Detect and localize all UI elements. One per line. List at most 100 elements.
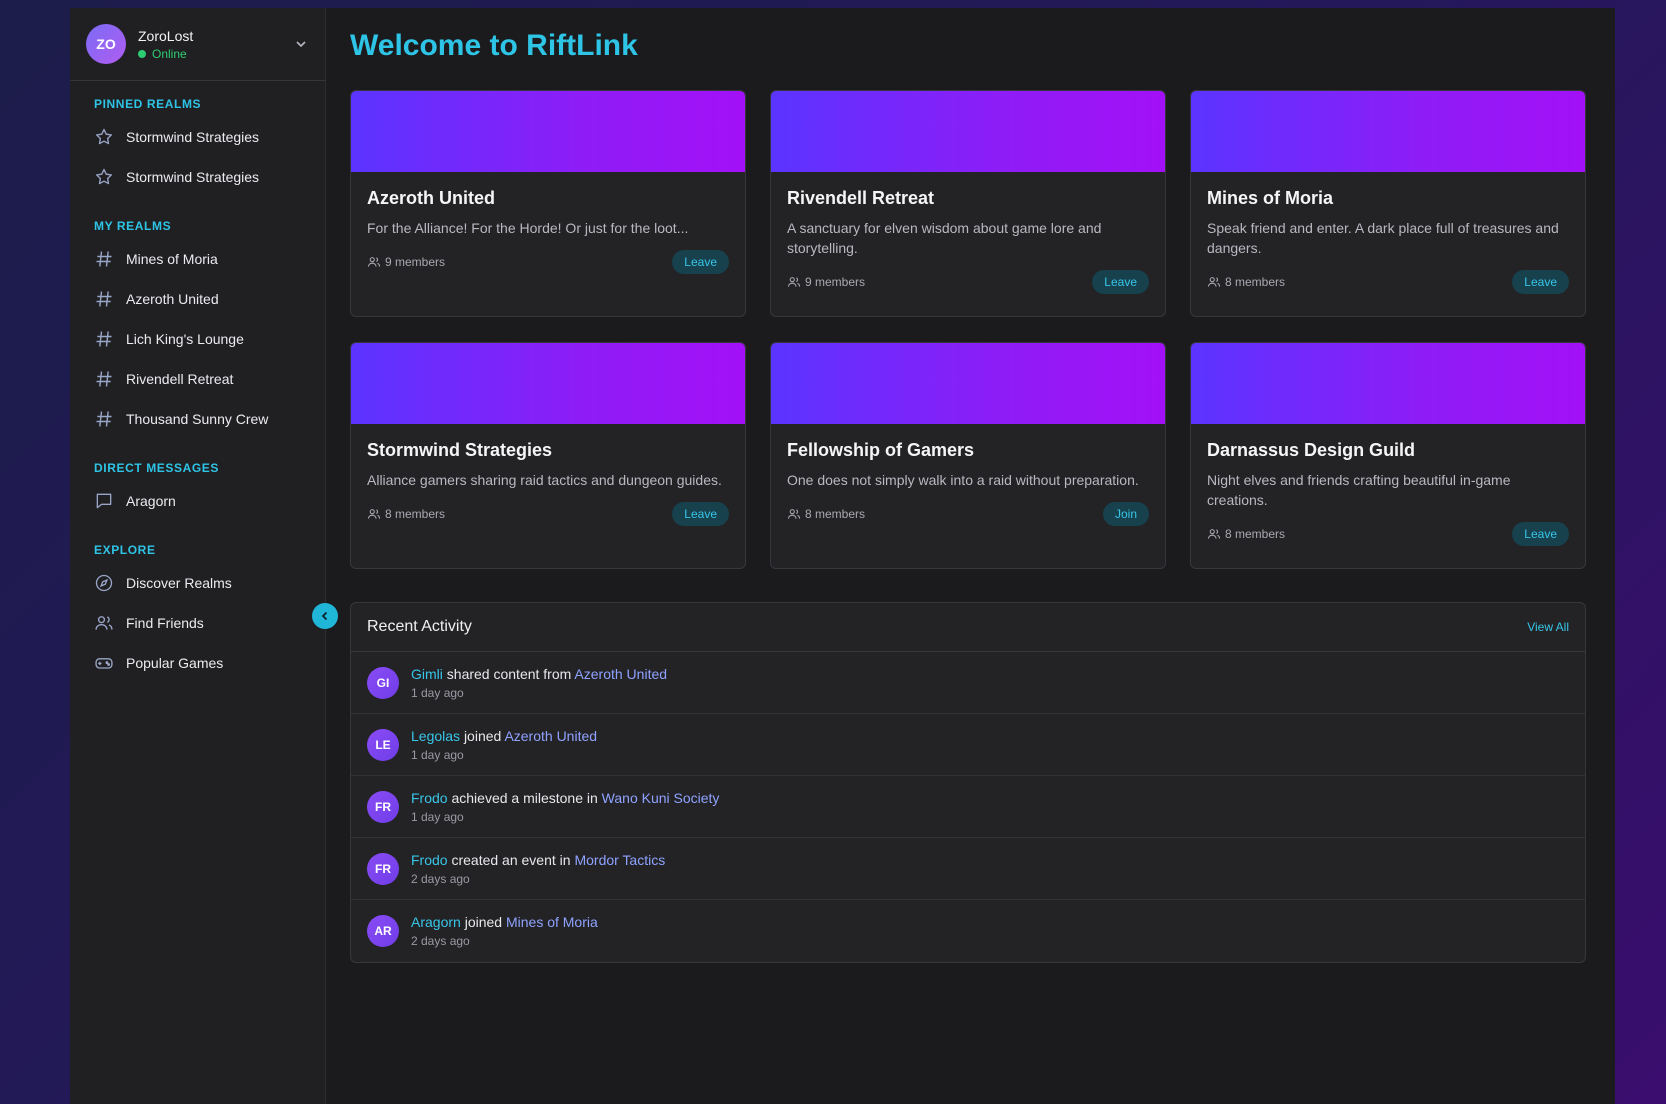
avatar: ZO	[86, 24, 126, 64]
activity-item: GI Gimli shared content from Azeroth Uni…	[351, 652, 1585, 714]
activity-action: joined	[464, 914, 503, 930]
chevron-down-icon[interactable]	[293, 36, 309, 52]
activity-content: Gimli shared content from Azeroth United…	[411, 666, 667, 700]
member-count: 9 members	[787, 275, 865, 289]
activity-user-link[interactable]: Aragorn	[411, 914, 461, 930]
users-icon	[367, 509, 381, 519]
realm-card[interactable]: Rivendell Retreat A sanctuary for elven …	[770, 90, 1166, 317]
sidebar-item-label: Rivendell Retreat	[126, 371, 234, 387]
users-icon	[1207, 277, 1221, 287]
page-title: Welcome to RiftLink	[350, 29, 638, 62]
realm-card-body: Stormwind Strategies Alliance gamers sha…	[351, 424, 745, 542]
user-profile[interactable]: ZO ZoroLost Online	[70, 8, 325, 81]
online-dot-icon	[138, 49, 146, 58]
realm-card[interactable]: Fellowship of Gamers One does not simply…	[770, 342, 1166, 569]
realm-description: One does not simply walk into a raid wit…	[787, 472, 1139, 488]
realm-banner	[771, 91, 1165, 172]
sidebar-item-label: Stormwind Strategies	[126, 169, 260, 185]
leave-realm-button[interactable]: Leave	[1512, 270, 1569, 294]
sidebar-item-thousand-sunny-crew[interactable]: Thousand Sunny Crew	[70, 399, 325, 439]
join-realm-button[interactable]: Join	[1102, 502, 1149, 526]
realm-card[interactable]: Darnassus Design Guild Night elves and f…	[1190, 342, 1586, 569]
activity-target-link[interactable]: Wano Kuni Society	[602, 790, 720, 806]
star-icon	[94, 167, 114, 187]
users-icon	[787, 277, 801, 287]
section-title: EXPLORE	[94, 543, 156, 557]
activity-user-link[interactable]: Frodo	[411, 790, 448, 806]
sidebar-item-stormwind-strategies[interactable]: Stormwind Strategies	[70, 157, 325, 197]
activity-target-link[interactable]: Azeroth United	[504, 728, 597, 744]
member-count: 8 members	[1207, 527, 1285, 541]
sidebar-nav: PINNED REALMS Stormwind Strategies Stormwi…	[70, 97, 325, 683]
sidebar-item-mines-of-moria[interactable]: Mines of Moria	[70, 239, 325, 279]
activity-target-link[interactable]: Azeroth United	[574, 666, 667, 682]
realm-card-body: Rivendell Retreat A sanctuary for elven …	[771, 172, 1165, 310]
users-icon	[787, 509, 801, 519]
activity-time: 2 days ago	[411, 934, 470, 948]
activity-item: FR Frodo achieved a milestone in Wano Ku…	[351, 776, 1585, 838]
section-title: MY REALMS	[94, 219, 172, 233]
member-count-text: 9 members	[385, 255, 446, 269]
activity-item: FR Frodo created an event in Mordor Tact…	[351, 838, 1585, 900]
realm-banner	[351, 343, 745, 424]
activity-target-link[interactable]: Mines of Moria	[506, 914, 598, 930]
leave-realm-button[interactable]: Leave	[672, 502, 729, 526]
gamepad-icon	[94, 653, 114, 673]
activity-content: Frodo created an event in Mordor Tactics…	[411, 852, 665, 886]
activity-content: Legolas joined Azeroth United 1 day ago	[411, 728, 597, 762]
member-count-text: 8 members	[385, 507, 446, 521]
activity-content: Aragorn joined Mines of Moria 2 days ago	[411, 914, 598, 948]
realm-card-body: Fellowship of Gamers One does not simply…	[771, 424, 1165, 542]
sidebar-item-popular-games[interactable]: Popular Games	[70, 643, 325, 683]
realm-card-body: Azeroth United For the Alliance! For the…	[351, 172, 745, 290]
realm-footer: 8 members Leave	[367, 502, 729, 526]
activity-time: 1 day ago	[411, 685, 464, 700]
sidebar-item-azeroth-united[interactable]: Azeroth United	[70, 279, 325, 319]
sidebar-item-find-friends[interactable]: Find Friends	[70, 603, 325, 643]
activity-list: GI Gimli shared content from Azeroth Uni…	[351, 652, 1585, 962]
realm-card[interactable]: Stormwind Strategies Alliance gamers sha…	[350, 342, 746, 569]
realm-footer: 9 members Leave	[787, 270, 1149, 294]
member-count: 9 members	[367, 255, 445, 269]
sidebar-item-label: Azeroth United	[126, 291, 219, 307]
collapse-sidebar-button[interactable]	[312, 603, 338, 629]
sidebar-item-aragorn[interactable]: Aragorn	[70, 481, 325, 521]
activity-user-link[interactable]: Gimli	[411, 666, 443, 682]
sidebar-item-discover-realms[interactable]: Discover Realms	[70, 563, 325, 603]
activity-user-link[interactable]: Legolas	[411, 728, 460, 744]
main-content: Welcome to RiftLink Azeroth United For t…	[326, 8, 1615, 1104]
realm-banner	[771, 343, 1165, 424]
recent-activity-panel: Recent Activity View All GI Gimli shared…	[350, 602, 1586, 963]
star-icon	[94, 127, 114, 147]
realm-name: Mines of Moria	[1207, 188, 1334, 208]
realm-card[interactable]: Mines of Moria Speak friend and enter. A…	[1190, 90, 1586, 317]
sidebar: ZO ZoroLost Online PINNED REALMS Stormwin…	[70, 8, 338, 1104]
avatar: GI	[367, 666, 399, 699]
leave-realm-button[interactable]: Leave	[672, 250, 729, 274]
activity-user-link[interactable]: Frodo	[411, 852, 448, 868]
realm-description: A sanctuary for elven wisdom about game …	[787, 220, 1102, 256]
activity-title: Recent Activity	[367, 618, 472, 635]
leave-realm-button[interactable]: Leave	[1512, 522, 1569, 546]
sidebar-item-label: Mines of Moria	[126, 251, 218, 267]
app-window: ZO ZoroLost Online PINNED REALMS Stormwin…	[70, 8, 1615, 1104]
sidebar-item-label: Aragorn	[126, 493, 176, 509]
activity-action: achieved a milestone in	[451, 789, 598, 806]
sidebar-item-rivendell-retreat[interactable]: Rivendell Retreat	[70, 359, 325, 399]
sidebar-item-label: Discover Realms	[126, 575, 232, 591]
sidebar-item-stormwind-strategies[interactable]: Stormwind Strategies	[70, 117, 325, 157]
realm-name: Azeroth United	[367, 188, 495, 208]
activity-target-link[interactable]: Mordor Tactics	[574, 852, 665, 868]
activity-text: Gimli shared content from Azeroth United	[411, 666, 667, 682]
activity-action: created an event in	[451, 851, 571, 868]
sidebar-item-lich-king-s-lounge[interactable]: Lich King's Lounge	[70, 319, 325, 359]
member-count: 8 members	[787, 507, 865, 521]
view-all-link[interactable]: View All	[1527, 620, 1569, 634]
user-info: ZoroLost Online	[138, 28, 293, 61]
realm-footer: 8 members Leave	[1207, 270, 1569, 294]
realm-card-body: Mines of Moria Speak friend and enter. A…	[1191, 172, 1585, 310]
leave-realm-button[interactable]: Leave	[1092, 270, 1149, 294]
status-text: Online	[152, 46, 187, 61]
realm-card[interactable]: Azeroth United For the Alliance! For the…	[350, 90, 746, 317]
avatar: AR	[367, 915, 399, 947]
